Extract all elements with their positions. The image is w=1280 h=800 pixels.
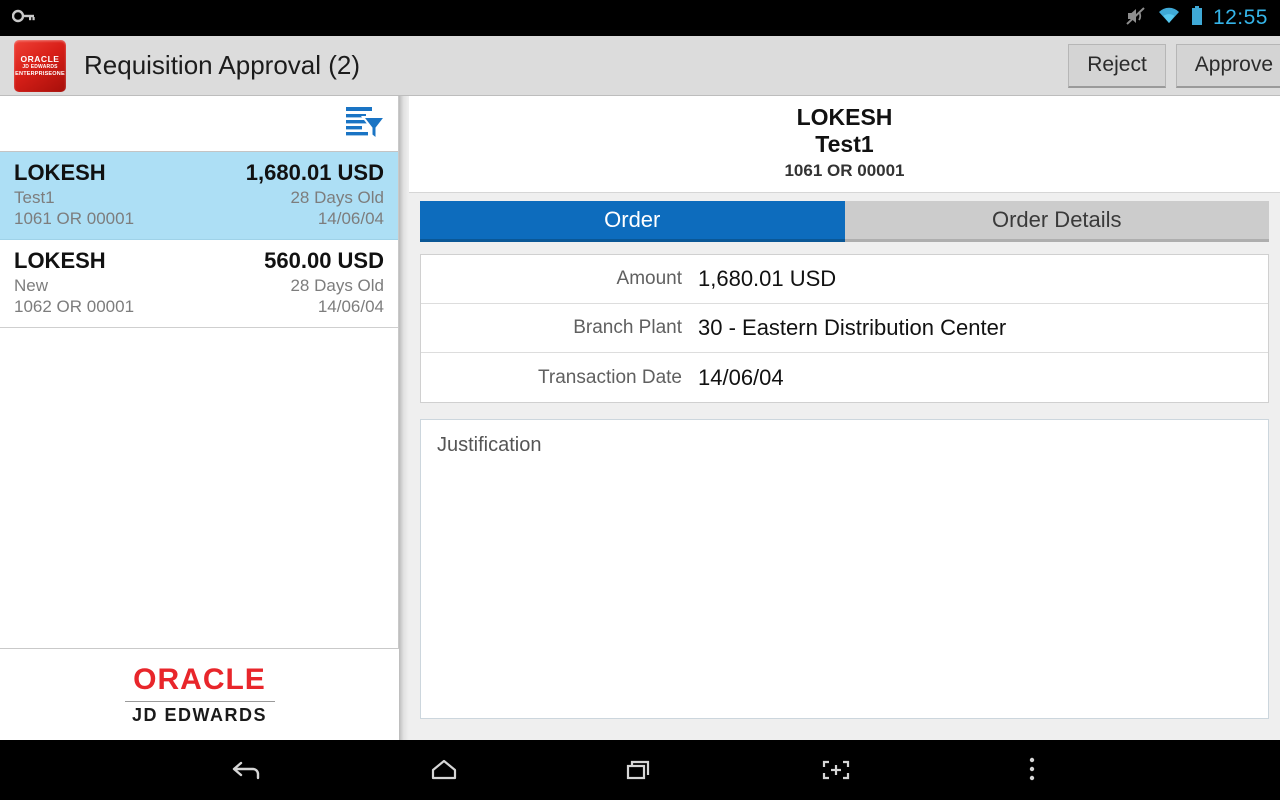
justification-input[interactable]: Justification	[420, 419, 1269, 719]
field-label-amount: Amount	[616, 268, 682, 289]
app-logo-icon[interactable]: ORACLE JD EDWARDS ENTERPRISEONE	[14, 39, 66, 92]
reject-button[interactable]: Reject	[1068, 43, 1166, 88]
detail-header: LOKESH Test1 1061 OR 00001	[409, 96, 1280, 193]
jd-edwards-text: JD EDWARDS	[131, 705, 267, 725]
justification-placeholder: Justification	[437, 434, 542, 456]
panel-divider	[399, 96, 409, 740]
list-item-age: 28 Days Old	[290, 188, 384, 207]
tab-order-details[interactable]: Order Details	[844, 201, 1269, 242]
device-screen: 12:55 ORACLE JD EDWARDS ENTERPRISEONE Re…	[0, 0, 1280, 800]
order-fields-card: Amount 1,680.01 USD Branch Plant 30 - Ea…	[420, 254, 1269, 403]
app-title-bar: ORACLE JD EDWARDS ENTERPRISEONE Requisit…	[0, 36, 1280, 96]
home-icon[interactable]	[379, 740, 509, 800]
field-label-transaction-date: Transaction Date	[538, 366, 682, 388]
page-title: Requisition Approval (2)	[84, 50, 361, 80]
screenshot-icon[interactable]	[771, 740, 901, 800]
list-item-date: 14/06/04	[317, 297, 384, 316]
key-icon	[11, 8, 36, 29]
list-item-date: 14/06/04	[317, 209, 384, 228]
status-bar-clock: 12:55	[1212, 6, 1268, 29]
list-item-age: 28 Days Old	[290, 276, 384, 295]
list-item-status: New	[14, 276, 49, 295]
filter-list-icon[interactable]	[344, 105, 388, 143]
field-value-branch-plant: 30 - Eastern Distribution Center	[698, 315, 1007, 340]
detail-header-subtitle: Test1	[815, 131, 874, 157]
android-status-bar: 12:55	[0, 0, 1280, 36]
field-value-transaction-date: 14/06/04	[698, 364, 784, 390]
field-row-amount: Amount 1,680.01 USD	[421, 255, 1268, 304]
android-navigation-bar	[0, 740, 1280, 800]
requisition-list: LOKESH 1,680.01 USD Test1 28 Days Old 10…	[0, 152, 398, 328]
detail-header-name: LOKESH	[796, 104, 893, 130]
field-label-branch-plant: Branch Plant	[573, 317, 682, 338]
main-content: LOKESH 1,680.01 USD Test1 28 Days Old 10…	[0, 96, 1280, 740]
approve-button[interactable]: Approve	[1175, 43, 1280, 88]
app-logo-jde-text: JD EDWARDS	[22, 63, 58, 70]
requisition-detail-panel: LOKESH Test1 1061 OR 00001 Order Order D…	[409, 96, 1280, 740]
app-logo-oracle-text: ORACLE	[20, 53, 60, 64]
list-item-amount: 1,680.01 USD	[245, 160, 384, 185]
detail-tabs: Order Order Details	[409, 193, 1280, 242]
list-item-status: Test1	[14, 188, 55, 207]
field-value-amount: 1,680.01 USD	[698, 266, 837, 291]
list-item-name: LOKESH	[14, 248, 106, 273]
list-item[interactable]: LOKESH 560.00 USD New 28 Days Old 1062 O…	[0, 240, 398, 328]
status-bar-notifications	[0, 8, 36, 29]
status-bar-system-icons: 12:55	[1125, 5, 1280, 31]
requisition-list-panel: LOKESH 1,680.01 USD Test1 28 Days Old 10…	[0, 96, 399, 740]
list-toolbar	[0, 96, 398, 152]
field-row-branch-plant: Branch Plant 30 - Eastern Distribution C…	[421, 304, 1268, 353]
oracle-jde-branding: ORACLE JD EDWARDS	[0, 648, 399, 740]
wifi-icon	[1157, 7, 1181, 30]
detail-header-document: 1061 OR 00001	[784, 161, 905, 180]
battery-icon	[1191, 5, 1203, 31]
list-item-name: LOKESH	[14, 160, 106, 185]
list-item-amount: 560.00 USD	[264, 248, 384, 273]
list-item-document: 1062 OR 00001	[14, 297, 135, 316]
overflow-menu-icon[interactable]	[967, 740, 1097, 800]
logo-divider	[124, 701, 275, 702]
back-icon[interactable]	[183, 740, 313, 800]
app-bar-actions: Reject Approve	[1058, 36, 1280, 96]
tab-order[interactable]: Order	[420, 201, 845, 242]
field-row-transaction-date: Transaction Date 14/06/04	[421, 353, 1268, 402]
list-item-document: 1061 OR 00001	[14, 209, 135, 228]
app-logo-e1-text: ENTERPRISEONE	[15, 70, 65, 77]
oracle-logo-text: ORACLE	[133, 663, 266, 696]
list-item[interactable]: LOKESH 1,680.01 USD Test1 28 Days Old 10…	[0, 152, 398, 240]
recents-icon[interactable]	[575, 740, 705, 800]
mute-icon	[1125, 6, 1147, 31]
